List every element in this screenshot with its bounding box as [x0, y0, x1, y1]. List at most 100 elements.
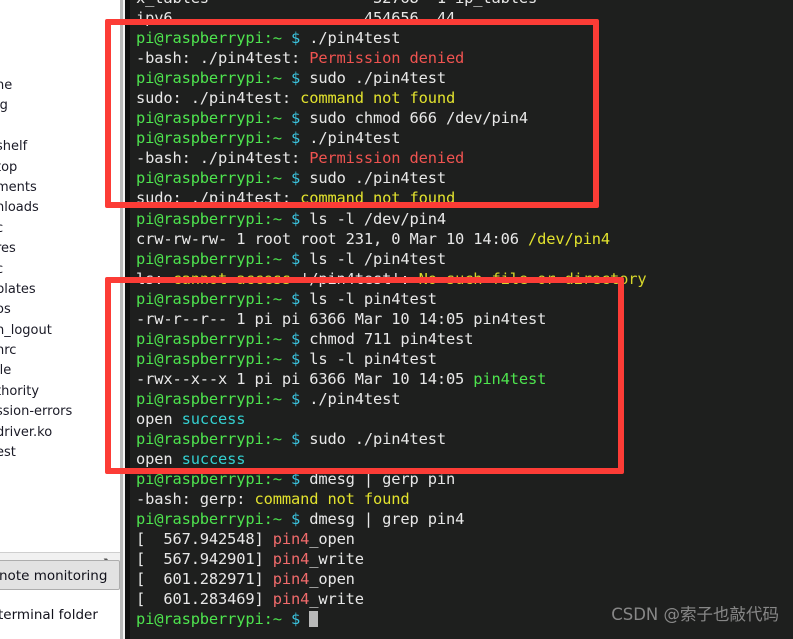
file-list-item[interactable]: ne	[0, 76, 120, 96]
file-list-item[interactable]: est	[0, 443, 120, 463]
terminal-line: -rwx--x--x 1 pi pi 6366 Mar 10 14:05 pin…	[136, 369, 793, 389]
terminal-line: [ 601.282971] pin4_open	[136, 569, 793, 589]
file-list-item[interactable]: os	[0, 300, 120, 320]
file-list-item[interactable]: plates	[0, 280, 120, 300]
terminal-text: open	[136, 450, 182, 469]
terminal-text: cannot access	[172, 269, 301, 288]
terminal-text: sudo ./pin4test	[309, 430, 446, 449]
terminal-line: [ 567.942548] pin4_open	[136, 529, 793, 549]
terminal-text: [ 567.942901]	[136, 550, 273, 569]
terminal-text: Permission denied	[309, 49, 465, 68]
terminal-text: ls -l /pin4test	[309, 249, 446, 268]
file-list-item[interactable]: nloads	[0, 198, 120, 218]
shell-prompt-symbol: $	[290, 430, 310, 449]
shell-prompt-symbol: $	[290, 69, 310, 88]
shell-prompt-symbol: $	[290, 470, 310, 489]
terminal-text: ipv6 454656 44	[136, 9, 456, 28]
shell-prompt-symbol: $	[290, 129, 310, 148]
shell-prompt-path: :~	[263, 430, 291, 449]
shell-prompt-user-host: pi@raspberrypi	[136, 470, 264, 489]
file-list-item-label: c	[0, 219, 3, 239]
shell-prompt-path: :~	[263, 349, 291, 368]
terminal-text: command not found	[254, 490, 410, 509]
shell-prompt-user-host: pi@raspberrypi	[136, 430, 264, 449]
shell-prompt-user-host: pi@raspberrypi	[136, 69, 264, 88]
terminal-line: pi@raspberrypi:~ $ ./pin4test	[136, 128, 793, 148]
file-list-item-label: ig	[0, 98, 8, 114]
file-list-item[interactable]: thority	[0, 382, 120, 402]
file-list-item[interactable]: l	[0, 117, 120, 137]
terminal-text: sudo: ./pin4test:	[136, 189, 301, 208]
file-list-item-label: ne	[0, 78, 13, 93]
shell-prompt-path: :~	[263, 470, 291, 489]
file-list-item[interactable]: ig	[0, 96, 120, 116]
file-list-item-label: c	[0, 260, 3, 280]
file-list-item-label: os	[0, 302, 11, 318]
shell-prompt-path: :~	[263, 29, 291, 48]
terminal-text: _write	[309, 550, 364, 569]
shell-prompt-path: :~	[263, 69, 291, 88]
file-list-item[interactable]: res	[0, 239, 120, 259]
file-list-item[interactable]: n_logout	[0, 321, 120, 341]
terminal-cursor	[309, 611, 319, 628]
terminal-text: dmesg | gerp pin	[309, 470, 456, 489]
terminal-text: ls -l pin4test	[309, 289, 437, 308]
terminal-text: crw-rw-rw- 1 root root 231, 0 Mar 10 14:…	[136, 229, 528, 248]
terminal-text: command not found	[300, 89, 456, 108]
terminal-text: sudo: ./pin4test:	[136, 89, 301, 108]
shell-prompt-path: :~	[263, 169, 291, 188]
shell-prompt-user-host: pi@raspberrypi	[136, 289, 264, 308]
shell-prompt-user-host: pi@raspberrypi	[136, 109, 264, 128]
terminal-text: ls -l pin4test	[309, 349, 437, 368]
file-list-item-label: thority	[0, 383, 40, 399]
terminal-text: sudo ./pin4test	[309, 69, 446, 88]
terminal-text: command not found	[300, 189, 456, 208]
file-list-item[interactable]: shelf	[0, 137, 120, 157]
terminal-line: pi@raspberrypi:~ $ ./pin4test	[136, 28, 793, 48]
screen-root: neiglshelftopmentsnloadscrescplatesosn_l…	[0, 0, 793, 639]
terminal-text: /dev/pin4	[528, 229, 611, 248]
terminal-line: pi@raspberrypi:~ $ sudo ./pin4test	[136, 168, 793, 188]
terminal-text: [ 601.282971]	[136, 570, 273, 589]
terminal-line: open success	[136, 449, 793, 469]
remote-monitoring-button[interactable]: note monitoring	[0, 560, 120, 590]
file-list-item[interactable]: hrc	[0, 341, 120, 361]
file-list-item[interactable]: c	[0, 260, 120, 280]
shell-prompt-user-host: pi@raspberrypi	[136, 329, 264, 348]
terminal-text: pin4	[272, 550, 310, 569]
file-manager-panel[interactable]: neiglshelftopmentsnloadscrescplatesosn_l…	[0, 0, 120, 639]
terminal-line: -rw-r--r-- 1 pi pi 6366 Mar 10 14:05 pin…	[136, 309, 793, 329]
terminal-line: crw-rw-rw- 1 root root 231, 0 Mar 10 14:…	[136, 229, 793, 249]
terminal-text: sudo ./pin4test	[309, 169, 446, 188]
file-list-item-label: driver.ko	[0, 424, 53, 440]
shell-prompt-user-host: pi@raspberrypi	[136, 169, 264, 188]
terminal-line: open success	[136, 409, 793, 429]
terminal-text: -bash: gerp:	[136, 490, 255, 509]
terminal-text: dmesg | grep pin4	[309, 510, 465, 529]
terminal-line: -bash: ./pin4test: Permission denied	[136, 148, 793, 168]
file-list-item[interactable]: c	[0, 219, 120, 239]
terminal-text: [ 567.942548]	[136, 530, 273, 549]
terminal-text: ./pin4test	[309, 29, 401, 48]
shell-prompt-symbol: $	[290, 329, 310, 348]
terminal-text: '/pin4test'	[300, 269, 401, 288]
file-list-item[interactable]: driver.ko	[0, 423, 120, 443]
file-list-item-label: plates	[0, 281, 36, 297]
terminal-text: Permission denied	[309, 149, 465, 168]
shell-prompt-user-host: pi@raspberrypi	[136, 29, 264, 48]
terminal-line: pi@raspberrypi:~ $ dmesg | grep pin4	[136, 509, 793, 529]
terminal-window[interactable]: x_tables 32768 1 ip_tables ipv6 454656 44…	[130, 0, 793, 639]
file-list-item-label: ile	[0, 363, 12, 379]
file-list-item-label: est	[0, 445, 16, 461]
file-list-item[interactable]: ile	[0, 361, 120, 381]
terminal-text: pin4test	[473, 369, 547, 388]
shell-prompt-user-host: pi@raspberrypi	[136, 610, 264, 629]
terminal-text: pin4	[272, 590, 310, 609]
file-list-item[interactable]: ssion-errors	[0, 402, 120, 422]
terminal-text: ./pin4test	[309, 389, 401, 408]
file-list-item-label: res	[0, 241, 16, 257]
terminal-text: _open	[309, 570, 355, 589]
file-list-item[interactable]: ments	[0, 178, 120, 198]
file-list[interactable]: neiglshelftopmentsnloadscrescplatesosn_l…	[0, 76, 120, 463]
file-list-item[interactable]: top	[0, 158, 120, 178]
